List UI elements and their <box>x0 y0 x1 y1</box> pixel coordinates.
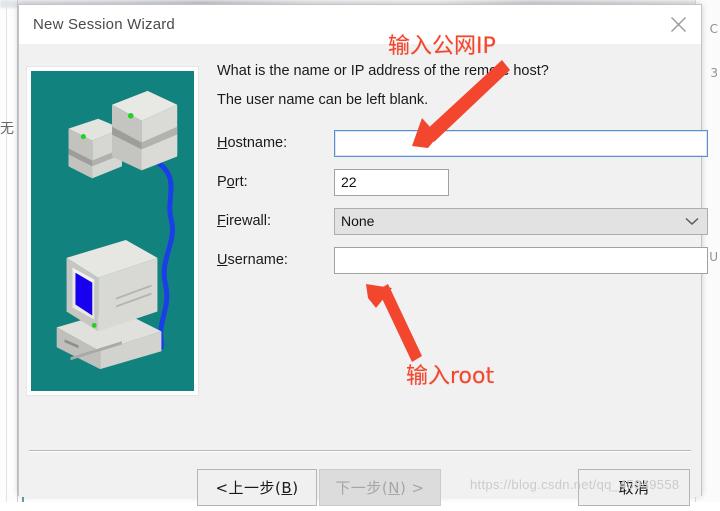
username-label-mnemonic: U <box>217 252 228 268</box>
back-button[interactable]: < 上一步(B) <box>197 469 317 506</box>
hostname-label-mnemonic: H <box>217 135 228 151</box>
firewall-label-mnemonic: F <box>217 213 226 229</box>
new-session-wizard-dialog: New Session Wizard What is the name or I… <box>18 4 708 506</box>
background-left-rule-outer <box>6 0 7 502</box>
username-label: Username: <box>217 252 288 268</box>
firewall-label-suffix: irewall: <box>225 213 271 229</box>
back-button-suffix: ) <box>292 478 299 497</box>
back-button-prefix: < <box>215 478 229 497</box>
username-label-suffix: sername: <box>227 252 288 268</box>
firewall-label: Firewall: <box>217 213 271 229</box>
port-label-mnemonic: o <box>226 174 235 190</box>
back-button-label: 上一步( <box>228 479 282 497</box>
dialog-titlebar: New Session Wizard <box>19 5 701 45</box>
prompt-line-1: What is the name or IP address of the re… <box>217 63 549 79</box>
next-button-suffix: ) > <box>399 478 425 497</box>
close-icon[interactable] <box>655 5 701 44</box>
annotation-username-text: 输入root <box>406 364 495 389</box>
watermark: https://blog.csdn.net/qq_45949558 <box>470 477 680 492</box>
back-button-mnemonic: B <box>281 478 293 497</box>
network-hosts-illustration <box>26 66 199 396</box>
port-label-suffix: rt: <box>234 174 248 190</box>
port-label: Port: <box>217 174 248 190</box>
hostname-label-suffix: ostname: <box>227 135 288 151</box>
firewall-select[interactable]: None <box>334 208 708 235</box>
firewall-selected-value: None <box>341 213 375 229</box>
dialog-body: What is the name or IP address of the re… <box>19 45 708 506</box>
firewall-row: Firewall: None <box>217 208 708 235</box>
prompt-line-2: The user name can be left blank. <box>217 92 429 108</box>
dialog-title: New Session Wizard <box>33 16 175 33</box>
hostname-label: Hostname: <box>217 135 287 151</box>
port-label-prefix: P <box>217 174 227 190</box>
background-right-character-1: C <box>709 22 718 36</box>
footer-separator <box>29 450 691 452</box>
close-icon-glyph <box>670 17 686 32</box>
background-left-character: 无 <box>0 121 14 137</box>
wizard-content: What is the name or IP address of the re… <box>217 63 708 286</box>
next-button-label: 下一步( <box>335 479 389 497</box>
next-button-mnemonic: N <box>388 478 400 497</box>
port-row: Port: 22 <box>217 169 689 196</box>
hostname-input[interactable] <box>334 130 708 157</box>
annotation-hostname-text: 输入公网IP <box>388 34 496 59</box>
username-input[interactable] <box>334 247 708 274</box>
port-input[interactable]: 22 <box>334 169 449 196</box>
username-row: Username: <box>217 247 708 274</box>
chevron-down-icon <box>685 217 699 226</box>
background-right-character-3: U <box>709 250 718 264</box>
illustration-canvas <box>31 71 194 391</box>
illustration-graphic <box>56 90 178 370</box>
background-right-character-2: 3 <box>710 66 718 80</box>
next-button[interactable]: 下一步(N) > <box>319 469 441 506</box>
hostname-row: Hostname: <box>217 130 708 157</box>
